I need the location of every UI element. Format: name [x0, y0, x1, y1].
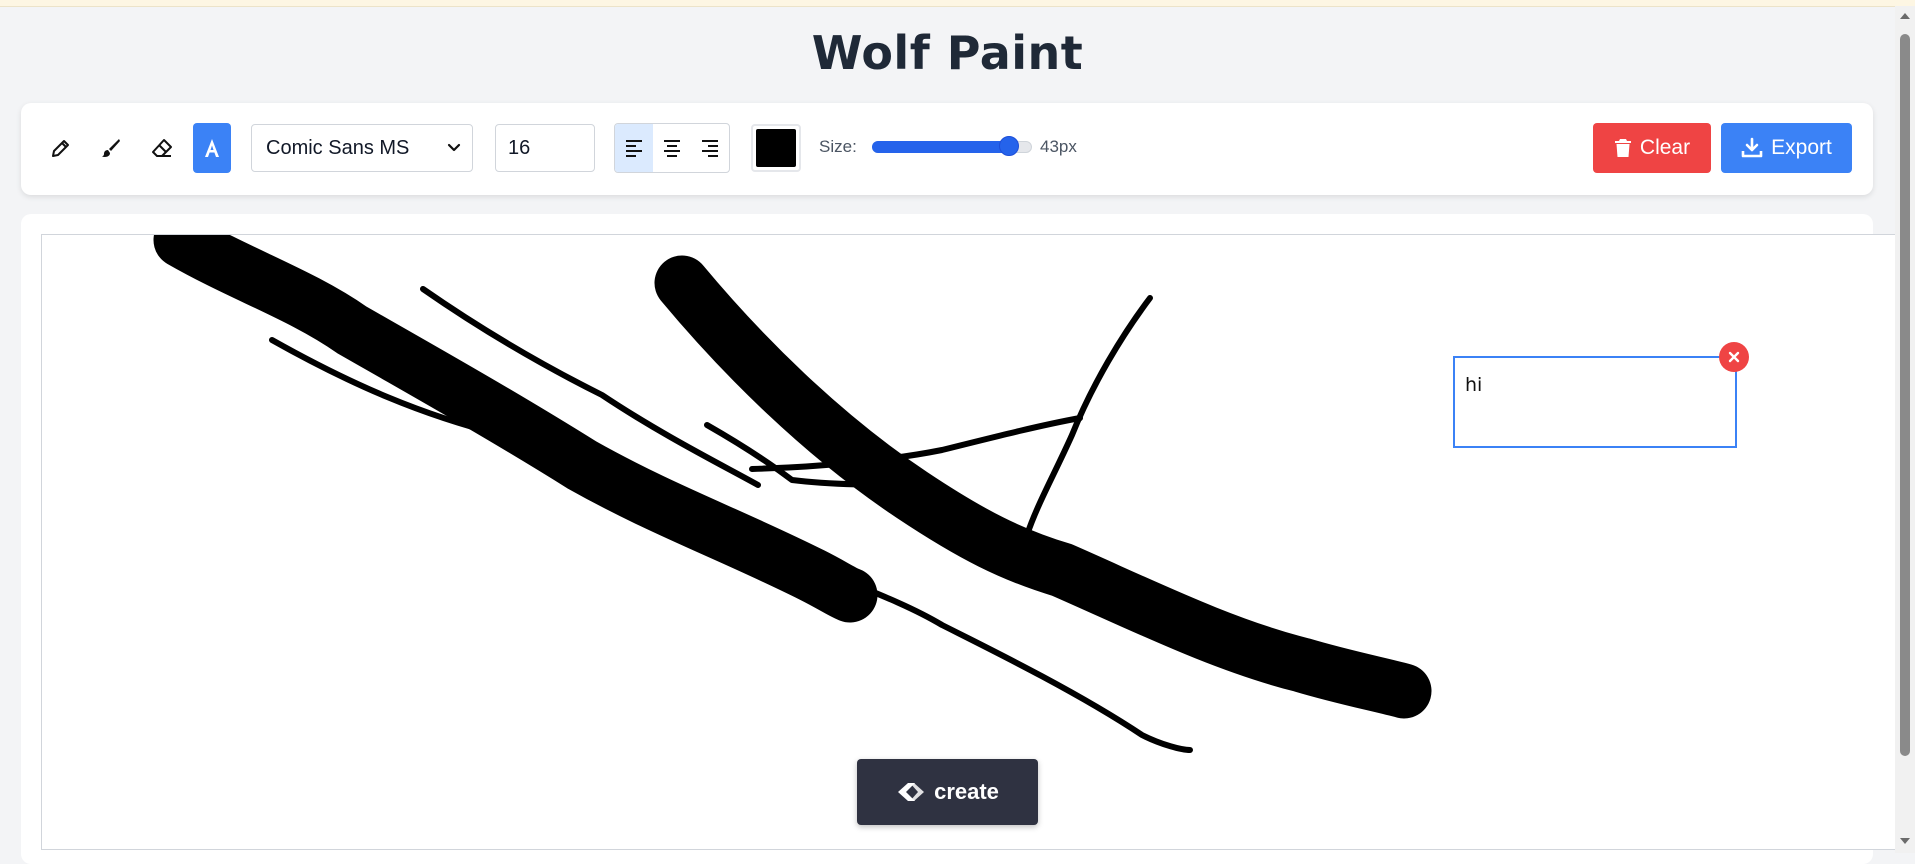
scrollbar-thumb[interactable]	[1900, 34, 1910, 756]
page-scrollbar[interactable]	[1895, 6, 1915, 853]
pencil-tool-button[interactable]	[42, 123, 80, 173]
chevron-down-icon	[447, 143, 461, 152]
color-picker[interactable]	[751, 124, 801, 172]
scroll-up-arrow-icon[interactable]	[1899, 10, 1911, 22]
drawing-canvas[interactable]	[41, 234, 1915, 850]
create-button[interactable]: create	[857, 759, 1038, 825]
size-value: 43px	[1040, 137, 1077, 156]
align-right-icon	[702, 140, 718, 157]
font-family-value: Comic Sans MS	[266, 136, 410, 159]
align-center-button[interactable]	[653, 124, 691, 172]
export-button-label: Export	[1771, 136, 1832, 159]
brush-stroke	[654, 255, 1432, 719]
download-icon	[1741, 137, 1763, 158]
size-slider-fill	[872, 141, 1010, 153]
brush-icon	[102, 139, 120, 157]
align-center-icon	[664, 140, 680, 157]
font-family-select[interactable]: Comic Sans MS	[251, 124, 473, 172]
eraser-icon	[152, 139, 172, 157]
pencil-icon	[52, 140, 69, 157]
canvas-drawing	[153, 235, 1432, 753]
pencil-stroke	[1024, 295, 1153, 538]
export-button[interactable]: Export	[1721, 123, 1852, 173]
app-title: Wolf Paint	[811, 26, 1084, 80]
clear-button-label: Clear	[1639, 136, 1691, 159]
close-icon	[1728, 351, 1740, 363]
text-tool-icon	[205, 139, 219, 157]
color-swatch-fill	[756, 129, 796, 167]
text-tool-button[interactable]	[193, 123, 231, 173]
size-slider[interactable]	[872, 136, 1032, 156]
align-left-button[interactable]	[615, 124, 653, 172]
canvas-text-box[interactable]: hi	[1453, 356, 1737, 448]
trash-icon	[1614, 139, 1631, 157]
toolbar: Comic Sans MS Size: 43px	[21, 103, 1873, 195]
align-right-button[interactable]	[691, 124, 729, 172]
size-label: Size:	[819, 137, 857, 156]
size-slider-thumb[interactable]	[999, 136, 1020, 156]
top-notification-strip	[0, 0, 1915, 7]
eraser-tool-button[interactable]	[143, 123, 181, 173]
create-logo-icon	[898, 783, 925, 801]
font-size-input[interactable]	[495, 124, 595, 172]
brush-tool-button[interactable]	[92, 123, 130, 173]
text-alignment-group	[614, 123, 730, 173]
scroll-down-arrow-icon[interactable]	[1899, 835, 1911, 847]
clear-button[interactable]: Clear	[1593, 123, 1711, 173]
align-left-icon	[626, 140, 642, 157]
text-box-close-button[interactable]	[1719, 342, 1749, 372]
create-button-label: create	[934, 779, 999, 804]
